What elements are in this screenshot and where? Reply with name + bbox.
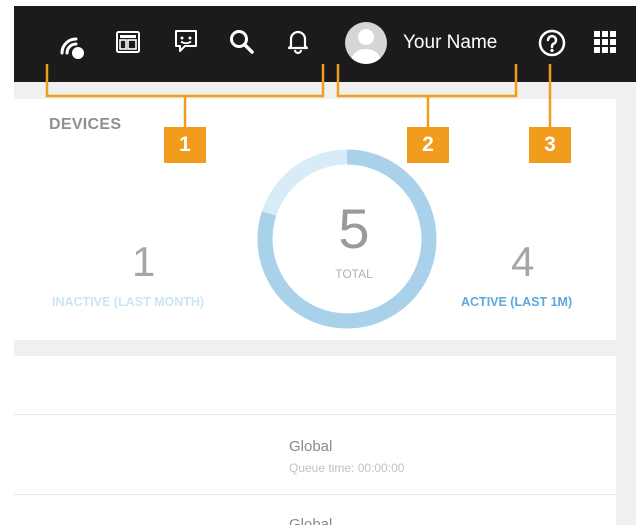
callout-bracket-1: [45, 64, 325, 98]
callout-badge-2: 2: [407, 127, 449, 163]
callout-badge-3: 3: [529, 127, 571, 163]
callout-badge-1: 1: [164, 127, 206, 163]
callout-overlay: [45, 64, 552, 127]
callout-bracket-2: [336, 64, 518, 98]
